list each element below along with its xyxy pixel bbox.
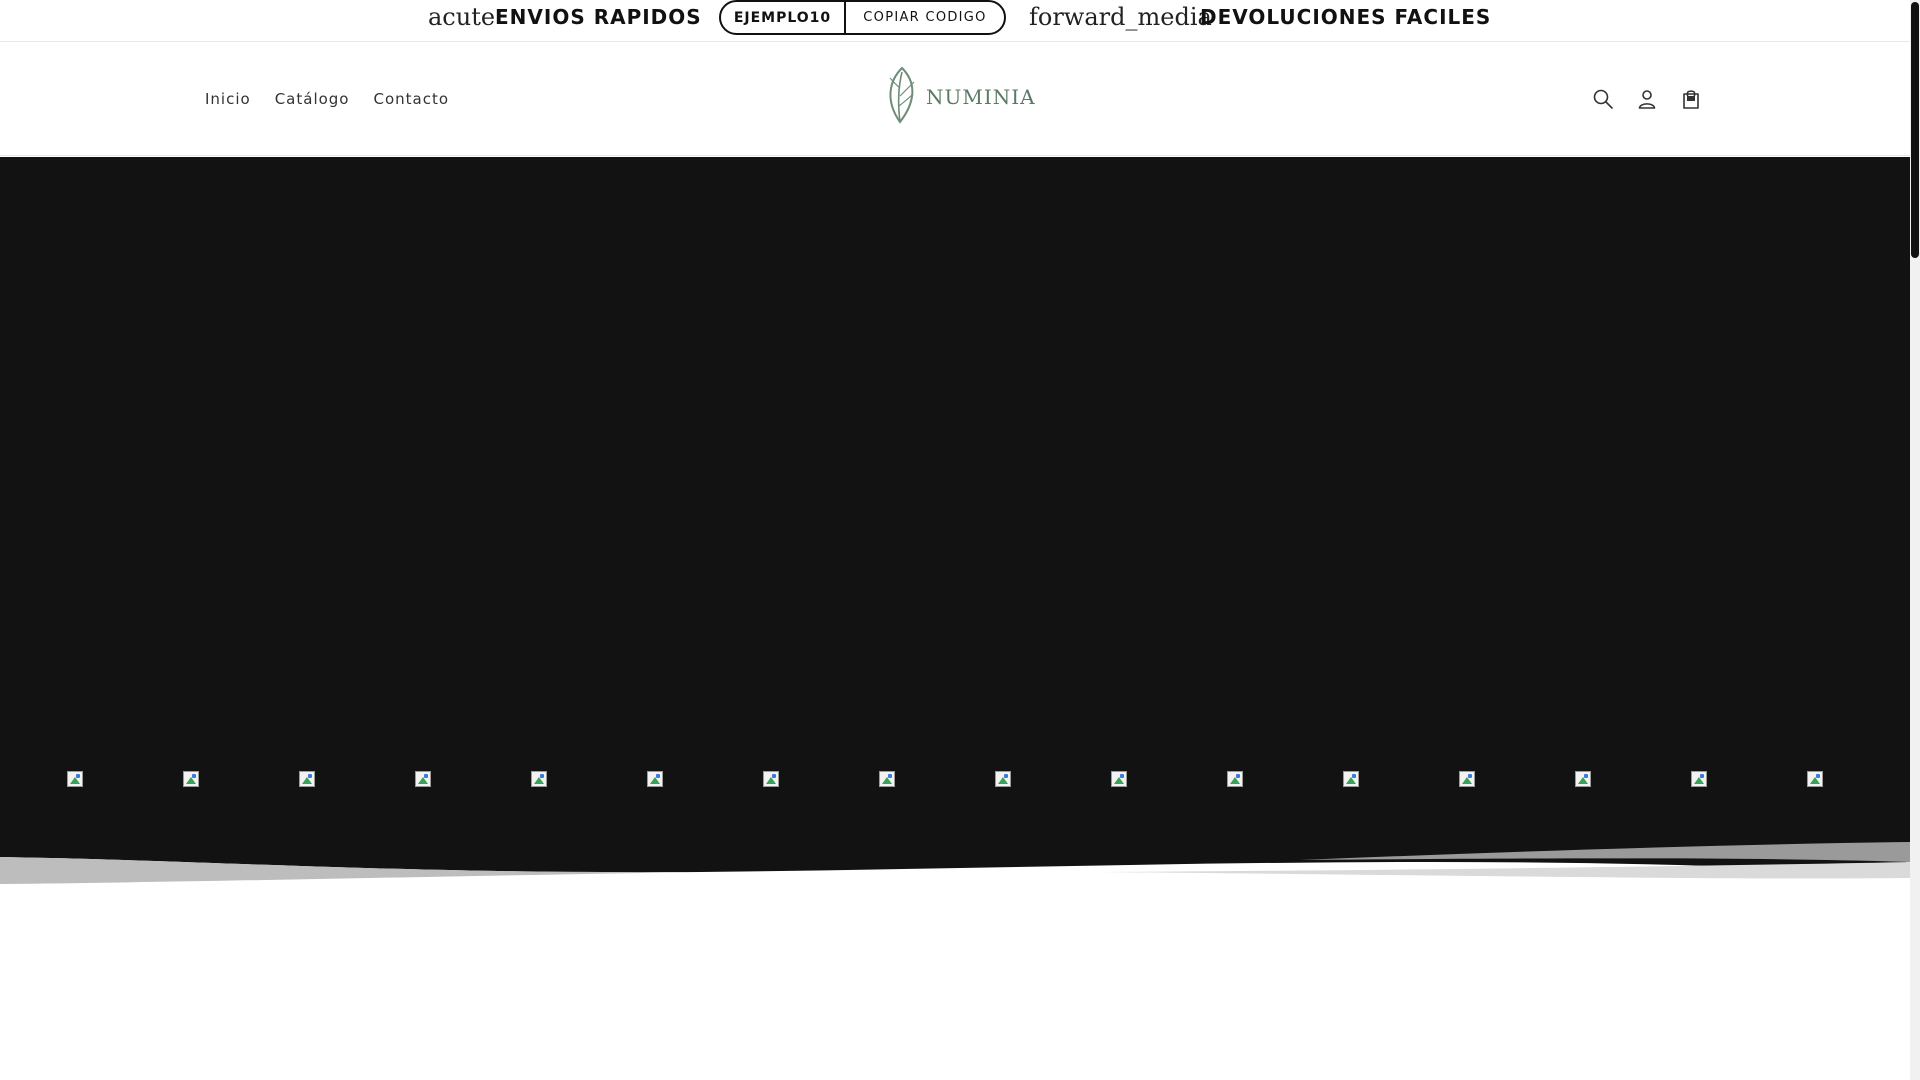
nav-link-catalogo[interactable]: Catálogo <box>275 90 350 108</box>
wave-divider <box>0 820 1910 884</box>
broken-image-icon <box>995 771 1011 787</box>
header-icons <box>1590 42 1704 156</box>
page-scrollbar[interactable] <box>1910 0 1920 1080</box>
site-header: Inicio Catálogo Contacto NUMINIA <box>0 42 1910 156</box>
scrollbar-thumb[interactable] <box>1911 2 1919 258</box>
broken-image-icon <box>1575 771 1591 787</box>
broken-image-icon <box>183 771 199 787</box>
coupon-box: EJEMPLO10 COPIAR CODIGO <box>719 0 1006 35</box>
nav-link-contacto[interactable]: Contacto <box>374 90 450 108</box>
broken-image-icon <box>531 771 547 787</box>
logo[interactable]: NUMINIA <box>884 66 1035 129</box>
broken-image-icon <box>1459 771 1475 787</box>
easy-returns-text: DEVOLUCIONES FACILES <box>1200 5 1492 29</box>
fast-shipping-text: ENVIOS RAPIDOS <box>495 5 702 29</box>
page: acute ENVIOS RAPIDOS EJEMPLO10 COPIAR CO… <box>0 0 1910 1080</box>
broken-image-icon <box>1111 771 1127 787</box>
cart-icon[interactable] <box>1678 86 1704 112</box>
broken-image-icon <box>1343 771 1359 787</box>
logo-text: NUMINIA <box>926 85 1036 109</box>
main-nav: Inicio Catálogo Contacto <box>205 42 449 156</box>
broken-image-icon <box>415 771 431 787</box>
broken-image-icon <box>647 771 663 787</box>
broken-image-icon <box>299 771 315 787</box>
broken-image-icon <box>1807 771 1823 787</box>
broken-image-icon <box>763 771 779 787</box>
account-icon[interactable] <box>1634 86 1660 112</box>
broken-image-row <box>0 771 1910 795</box>
hero-banner <box>0 157 1910 831</box>
broken-image-icon <box>1691 771 1707 787</box>
copy-code-button[interactable]: COPIAR CODIGO <box>846 2 1004 33</box>
broken-image-icon <box>879 771 895 787</box>
announcement-bar: acute ENVIOS RAPIDOS EJEMPLO10 COPIAR CO… <box>0 0 1910 42</box>
broken-image-icon <box>67 771 83 787</box>
acute-icon: acute <box>428 3 496 31</box>
forward-media-icon: forward_media <box>1029 3 1212 31</box>
nav-link-inicio[interactable]: Inicio <box>205 90 251 108</box>
leaf-logo-icon <box>884 66 920 129</box>
broken-image-icon <box>1227 771 1243 787</box>
search-icon[interactable] <box>1590 86 1616 112</box>
coupon-code: EJEMPLO10 <box>721 2 846 33</box>
